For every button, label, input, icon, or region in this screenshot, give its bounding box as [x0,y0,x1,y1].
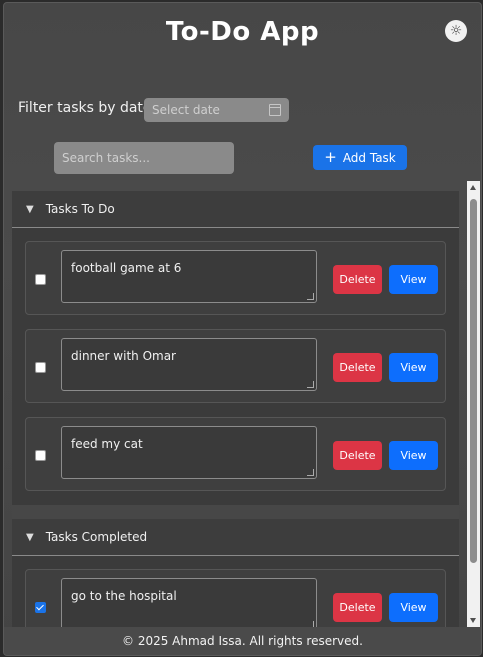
task-checkbox[interactable] [35,362,46,373]
footer-text: © 2025 Ahmad Issa. All rights reserved. [122,634,363,648]
task-text-field[interactable]: feed my cat [61,426,317,479]
todo-section-title: Tasks To Do [45,202,115,216]
task-text: feed my cat [71,437,143,451]
scrollbar-thumb[interactable] [470,199,477,563]
app-window: To-Do App ☼ Filter tasks by date: Select… [3,2,482,656]
theme-toggle-button[interactable]: ☼ [445,20,467,42]
vertical-scrollbar[interactable] [467,181,480,627]
resize-handle-icon[interactable] [307,293,314,300]
sun-icon: ☼ [449,23,463,39]
task-checkbox[interactable] [35,274,46,285]
task-list-scroll-area[interactable]: ▼ Tasks To Do football game at 6 Delete … [12,191,459,627]
plus-icon: + [324,148,337,166]
chevron-down-icon: ▼ [26,203,34,215]
task-item: feed my cat Delete View [25,417,446,491]
scroll-down-icon[interactable] [470,618,476,623]
chevron-down-icon: ▼ [26,531,34,543]
view-button[interactable]: View [389,441,438,470]
scroll-up-icon[interactable] [470,185,476,190]
filter-label: Filter tasks by date: [18,100,157,116]
view-button[interactable]: View [389,353,438,382]
delete-button[interactable]: Delete [333,265,382,294]
search-input[interactable] [54,142,234,174]
task-checkbox[interactable] [35,450,46,461]
view-button[interactable]: View [389,593,438,622]
date-filter-input[interactable]: Select date [144,98,289,122]
todo-section-body: football game at 6 Delete View dinner wi… [12,228,459,505]
completed-section-body: go to the hospital Delete View [12,556,459,627]
add-task-label: Add Task [342,150,396,165]
task-text-field[interactable]: dinner with Omar [61,338,317,391]
task-text-field[interactable]: go to the hospital [61,578,317,627]
task-text: football game at 6 [71,261,182,275]
completed-section-title: Tasks Completed [45,530,148,544]
page-title: To-Do App [165,17,320,47]
task-item: football game at 6 Delete View [25,241,446,315]
section-divider [12,505,459,519]
task-item: go to the hospital Delete View [25,569,446,627]
task-item: dinner with Omar Delete View [25,329,446,403]
delete-button[interactable]: Delete [333,593,382,622]
resize-handle-icon[interactable] [307,381,314,388]
delete-button[interactable]: Delete [333,441,382,470]
completed-section-header[interactable]: ▼ Tasks Completed [12,519,459,556]
task-text-field[interactable]: football game at 6 [61,250,317,303]
resize-handle-icon[interactable] [307,469,314,476]
todo-section-header[interactable]: ▼ Tasks To Do [12,191,459,228]
view-button[interactable]: View [389,265,438,294]
task-text: dinner with Omar [71,349,176,363]
date-placeholder: Select date [152,103,220,117]
delete-button[interactable]: Delete [333,353,382,382]
footer: © 2025 Ahmad Issa. All rights reserved. [4,627,481,655]
add-task-button[interactable]: + Add Task [313,145,407,170]
calendar-icon[interactable] [269,104,281,116]
task-text: go to the hospital [71,589,177,603]
task-checkbox-checked[interactable] [35,602,46,613]
